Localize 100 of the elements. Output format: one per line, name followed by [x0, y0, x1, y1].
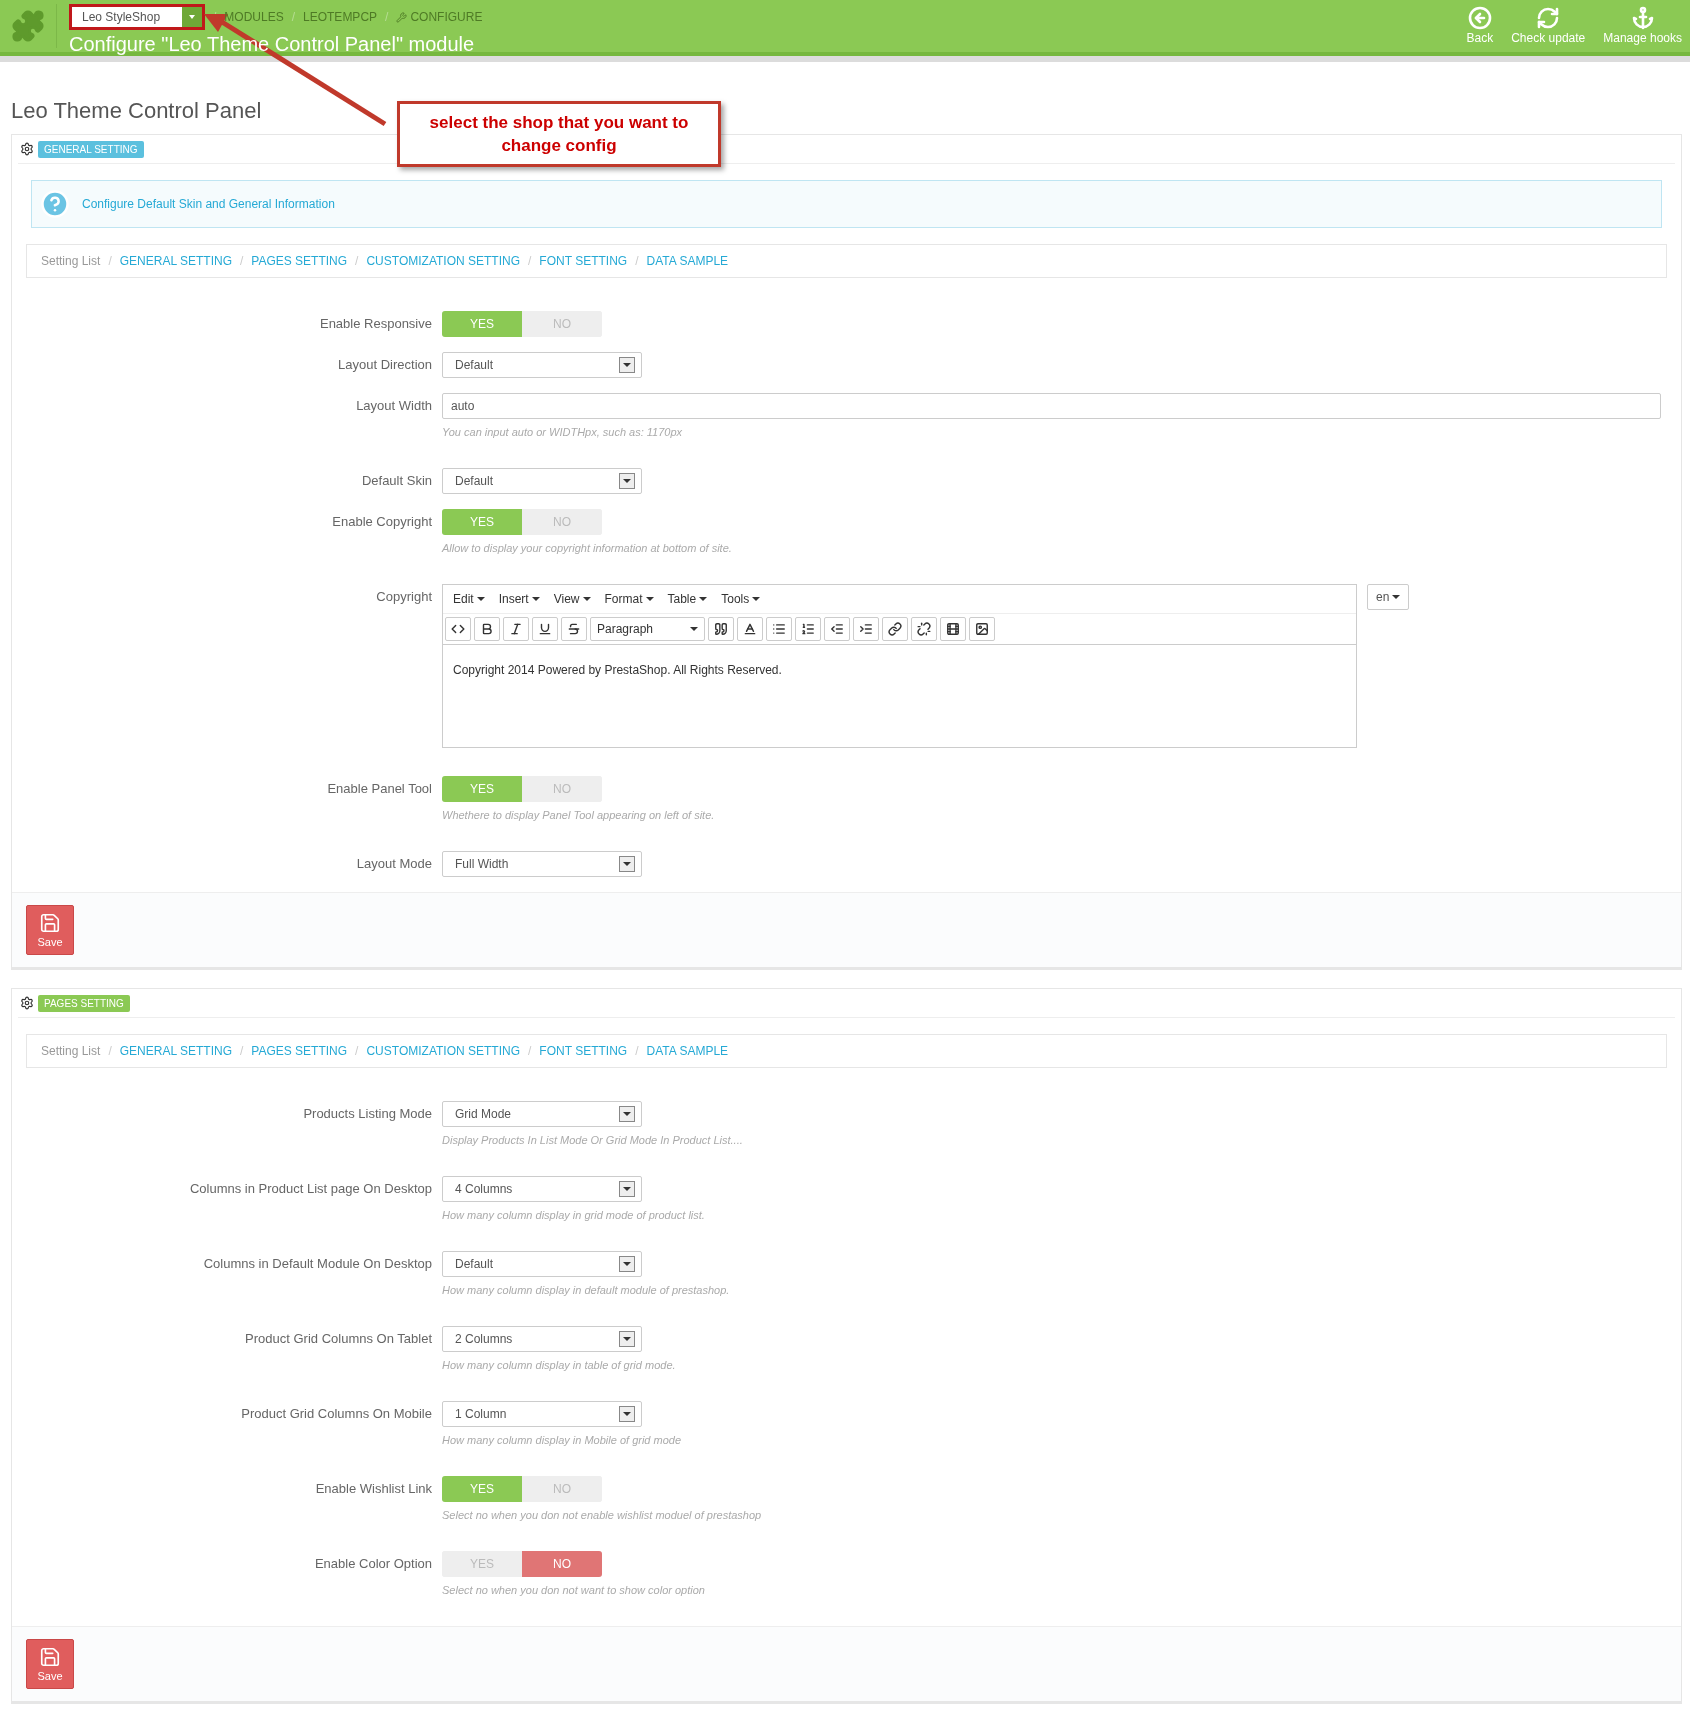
quote-button[interactable] — [708, 617, 734, 641]
shop-selector[interactable]: Leo StyleShop — [69, 4, 205, 30]
breadcrumb-link[interactable]: PAGES SETTING — [251, 254, 348, 268]
link-icon — [888, 622, 902, 636]
dropdown-field[interactable]: Grid Mode — [442, 1101, 642, 1127]
breadcrumb-separator: / — [635, 1044, 639, 1058]
help-text: How many column display in default module of prestashop. — [442, 1283, 730, 1298]
breadcrumb-link[interactable]: DATA SAMPLE — [646, 254, 729, 268]
field-label: Layout Mode — [355, 855, 432, 873]
anchor-icon — [1630, 6, 1655, 30]
unlink-button[interactable] — [911, 617, 937, 641]
strikethrough-button[interactable] — [561, 617, 587, 641]
save-button[interactable]: Save — [26, 905, 74, 955]
editor-menu[interactable]: Edit — [451, 592, 487, 606]
field-label: Enable Responsive — [318, 315, 432, 333]
breadcrumb-separator: / — [355, 1044, 359, 1058]
field-label: Enable Panel Tool — [326, 780, 432, 798]
editor-menu[interactable]: Table — [665, 592, 710, 606]
quote-icon — [714, 622, 728, 636]
settings-icon — [20, 142, 34, 156]
breadcrumb-separator: / — [108, 1044, 112, 1058]
field-label: Product Grid Columns On Tablet — [244, 1330, 432, 1348]
underline-icon — [538, 622, 552, 636]
field-label: Default Skin — [360, 472, 432, 490]
bullet-list-button[interactable] — [766, 617, 792, 641]
image-button[interactable] — [969, 617, 995, 641]
field-label: Enable Color Option — [313, 1555, 432, 1573]
numbered-list-button[interactable] — [795, 617, 821, 641]
toolbar-button[interactable]: Manage hooks — [1601, 6, 1684, 52]
outdent-icon — [830, 622, 844, 636]
field-label: Layout Width — [355, 397, 432, 415]
back-icon — [1467, 6, 1492, 30]
save-button[interactable]: Save — [26, 1639, 74, 1689]
text-color-button[interactable] — [737, 617, 763, 641]
editor-menu[interactable]: Insert — [496, 592, 542, 606]
yes-option[interactable]: YES — [442, 509, 522, 535]
language-dropdown[interactable]: en — [1367, 584, 1410, 610]
editor-menu[interactable]: Tools — [719, 592, 763, 606]
breadcrumb-label: Setting List — [41, 254, 101, 268]
input-field[interactable]: auto — [442, 393, 1661, 419]
yes-option[interactable]: YES — [442, 311, 522, 337]
breadcrumb-separator: / — [239, 1044, 244, 1058]
editor-menu[interactable]: View — [551, 592, 593, 606]
breadcrumb-link[interactable]: FONT SETTING — [539, 254, 628, 268]
toolbar-button[interactable]: Back — [1464, 6, 1496, 52]
no-option[interactable]: NO — [522, 1551, 602, 1577]
yes-option[interactable]: YES — [442, 776, 522, 802]
film-icon — [946, 622, 960, 636]
breadcrumb-link[interactable]: GENERAL SETTING — [119, 254, 232, 268]
rich-text-editor[interactable]: Edit Insert View Format Table Tools Paragraph Copyright 2014 Powered by PrestaShop. All Rights Reserved. — [442, 584, 1357, 748]
link-button[interactable] — [882, 617, 908, 641]
field-label: Columns in Default Module On Desktop — [202, 1255, 432, 1273]
breadcrumb-separator: / — [635, 254, 639, 268]
page-title: Leo Theme Control Panel — [11, 98, 262, 124]
indent-button[interactable] — [853, 617, 879, 641]
text-color-icon — [743, 622, 757, 636]
wrench-icon — [396, 11, 408, 23]
underline-button[interactable] — [532, 617, 558, 641]
breadcrumb-link[interactable]: MODULES — [224, 10, 284, 24]
editor-text: Copyright 2014 Powered by PrestaShop. All Rights Reserved. — [452, 662, 783, 679]
field-label: Products Listing Mode — [302, 1105, 432, 1123]
italic-button[interactable] — [503, 617, 529, 641]
yes-option[interactable]: YES — [442, 1476, 522, 1502]
breadcrumb-link[interactable]: LEOTEMPCP — [303, 10, 378, 24]
save-icon — [39, 912, 61, 934]
breadcrumb-separator: / — [291, 10, 296, 24]
field-label: Product Grid Columns On Mobile — [240, 1405, 432, 1423]
breadcrumb-link[interactable]: CUSTOMIZATION SETTING — [366, 254, 520, 268]
outdent-button[interactable] — [824, 617, 850, 641]
dropdown-field[interactable]: 1 Column — [442, 1401, 642, 1427]
dropdown-field[interactable]: 2 Columns — [442, 1326, 642, 1352]
bold-button[interactable] — [474, 617, 500, 641]
code-button[interactable] — [445, 617, 471, 641]
save-icon — [39, 1646, 61, 1668]
breadcrumb-link[interactable]: FONT SETTING — [539, 1044, 628, 1058]
breadcrumb-link[interactable]: GENERAL SETTING — [119, 1044, 232, 1058]
dropdown-field[interactable]: Default — [442, 352, 642, 378]
alert-text: Configure Default Skin and General Information — [82, 197, 335, 211]
settings-icon — [20, 996, 34, 1010]
dropdown-field[interactable]: 4 Columns — [442, 1176, 642, 1202]
field-label: Copyright — [375, 588, 432, 606]
film-button[interactable] — [940, 617, 966, 641]
breadcrumb-link[interactable]: PAGES SETTING — [251, 1044, 348, 1058]
breadcrumb-link[interactable]: CUSTOMIZATION SETTING — [366, 1044, 520, 1058]
breadcrumb-link[interactable]: DATA SAMPLE — [646, 1044, 729, 1058]
dropdown-field[interactable]: Default — [442, 1251, 642, 1277]
numbered-list-icon — [801, 622, 815, 636]
editor-menu[interactable]: Format — [602, 592, 656, 606]
breadcrumb-link[interactable]: CONFIGURE — [396, 10, 483, 24]
help-text: Select no when you don not enable wishlist moduel of prestashop — [442, 1508, 762, 1523]
field-label: Enable Copyright — [331, 513, 432, 531]
breadcrumb-separator: / — [108, 254, 112, 268]
strikethrough-icon — [567, 622, 581, 636]
code-icon — [451, 622, 465, 636]
format-dropdown[interactable]: Paragraph — [590, 617, 705, 641]
dropdown-field[interactable]: Full Width — [442, 851, 642, 877]
help-icon — [40, 189, 70, 219]
toolbar-button[interactable]: Check update — [1509, 6, 1588, 52]
dropdown-field[interactable]: Default — [442, 468, 642, 494]
help-text: Allow to display your copyright information at bottom of site. — [442, 541, 732, 556]
